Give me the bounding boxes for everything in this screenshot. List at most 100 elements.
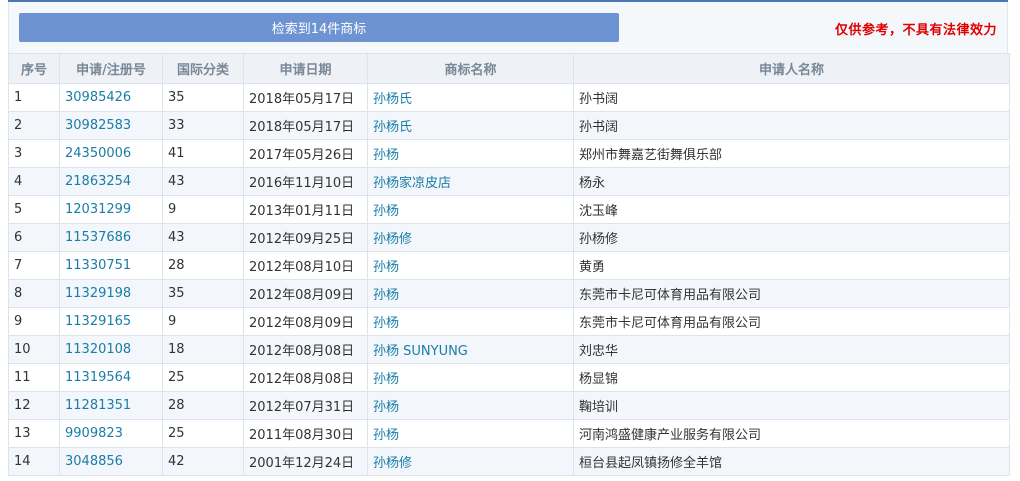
cell-reg: 3048856 [59,447,163,476]
registration-number-link[interactable]: 30982583 [65,118,131,133]
international-class: 41 [168,146,185,161]
cell-name: 孙杨 [367,363,574,392]
cell-reg: 11329165 [59,307,163,336]
cell-class: 43 [162,167,244,196]
row-index: 11 [14,370,31,385]
cell-name: 孙杨氏 [367,111,574,140]
trademark-name-link[interactable]: 孙杨 [373,260,399,275]
registration-number-link[interactable]: 30985426 [65,90,131,105]
trademark-name-link[interactable]: 孙杨 [373,316,399,331]
cell-class: 41 [162,139,244,168]
registration-number-link[interactable]: 11281351 [65,398,131,413]
registration-number-link[interactable]: 11319564 [65,370,131,385]
cell-no: 5 [8,195,60,224]
cell-applicant: 孙杨修 [573,223,1010,252]
row-index: 6 [14,230,23,245]
cell-date: 2012年08月09日 [243,307,368,336]
row-index: 9 [14,314,23,329]
registration-number-link[interactable]: 11320108 [65,342,131,357]
header-trademark-name: 商标名称 [367,53,574,84]
international-class: 25 [168,370,185,385]
table-row: 4 21863254 43 2016年11月10日 孙杨家凉皮店 杨永 [8,167,1010,196]
trademark-name-link[interactable]: 孙杨 [373,400,399,415]
applicant-name: 郑州市舞嘉艺街舞俱乐部 [579,148,723,163]
cell-date: 2017年05月26日 [243,139,368,168]
cell-name: 孙杨 SUNYUNG [367,335,574,364]
trademark-name-link[interactable]: 孙杨氏 [373,120,412,135]
applicant-name: 孙书阔 [579,92,619,107]
trademark-name-link[interactable]: 孙杨 SUNYUNG [373,344,468,359]
registration-number-link[interactable]: 21863254 [65,174,131,189]
application-date: 2012年08月09日 [249,316,355,331]
international-class: 18 [168,342,185,357]
cell-date: 2018年05月17日 [243,83,368,112]
trademark-name-link[interactable]: 孙杨 [373,148,399,163]
registration-number-link[interactable]: 9909823 [65,426,123,441]
registration-number-link[interactable]: 11330751 [65,258,131,273]
registration-number-link[interactable]: 12031299 [65,202,131,217]
cell-no: 2 [8,111,60,140]
row-index: 12 [14,398,31,413]
cell-class: 28 [162,391,244,420]
registration-number-link[interactable]: 11329198 [65,286,131,301]
application-date: 2012年08月09日 [249,288,355,303]
trademark-name-link[interactable]: 孙杨 [373,372,399,387]
cell-date: 2011年08月30日 [243,419,368,448]
cell-name: 孙杨 [367,419,574,448]
applicant-name: 黄勇 [579,260,606,275]
cell-applicant: 黄勇 [573,251,1010,280]
cell-date: 2016年11月10日 [243,167,368,196]
cell-applicant: 东莞市卡尼可体育用品有限公司 [573,307,1010,336]
trademark-name-link[interactable]: 孙杨 [373,204,399,219]
registration-number-link[interactable]: 11329165 [65,314,131,329]
cell-no: 4 [8,167,60,196]
cell-class: 25 [162,363,244,392]
cell-class: 35 [162,83,244,112]
cell-date: 2012年08月08日 [243,363,368,392]
registration-number-link[interactable]: 11537686 [65,230,131,245]
cell-reg: 11330751 [59,251,163,280]
cell-no: 14 [8,447,60,476]
applicant-name: 沈玉峰 [579,204,619,219]
trademark-name-link[interactable]: 孙杨 [373,288,399,303]
row-index: 3 [14,146,23,161]
disclaimer-text: 仅供参考，不具有法律效力 [834,23,997,38]
row-index: 7 [14,258,23,273]
cell-name: 孙杨 [367,279,574,308]
header-registration-number: 申请/注册号 [59,53,163,84]
cell-date: 2001年12月24日 [243,447,368,476]
cell-class: 25 [162,419,244,448]
international-class: 28 [168,258,185,273]
trademark-name-link[interactable]: 孙杨修 [373,456,412,471]
applicant-name: 河南鸿盛健康产业服务有限公司 [579,428,762,443]
application-date: 2018年05月17日 [249,120,355,135]
cell-reg: 11319564 [59,363,163,392]
table-header-row: 序号 申请/注册号 国际分类 申请日期 商标名称 申请人名称 [8,53,1010,84]
cell-no: 10 [8,335,60,364]
trademark-name-link[interactable]: 孙杨家凉皮店 [373,176,451,191]
applicant-name: 杨永 [579,176,606,191]
result-count-button[interactable]: 检索到14件商标 [19,13,619,42]
registration-number-link[interactable]: 24350006 [65,146,131,161]
row-index: 1 [14,90,23,105]
cell-reg: 12031299 [59,195,163,224]
trademark-name-link[interactable]: 孙杨 [373,428,399,443]
table-row: 8 11329198 35 2012年08月09日 孙杨 东莞市卡尼可体育用品有限公司 [8,279,1010,308]
row-index: 8 [14,286,23,301]
international-class: 42 [168,454,185,469]
cell-applicant: 桓台县起凤镇扬修全羊馆 [573,447,1010,476]
row-index: 2 [14,118,23,133]
cell-no: 3 [8,139,60,168]
application-date: 2012年08月08日 [249,344,355,359]
registration-number-link[interactable]: 3048856 [65,454,123,469]
table-row: 2 30982583 33 2018年05月17日 孙杨氏 孙书阔 [8,111,1010,140]
row-index: 4 [14,174,23,189]
table-row: 9 11329165 9 2012年08月09日 孙杨 东莞市卡尼可体育用品有限公司 [8,307,1010,336]
row-index: 14 [14,454,31,469]
international-class: 9 [168,202,177,217]
application-date: 2012年08月08日 [249,372,355,387]
cell-reg: 11320108 [59,335,163,364]
trademark-name-link[interactable]: 孙杨氏 [373,92,412,107]
cell-no: 12 [8,391,60,420]
trademark-name-link[interactable]: 孙杨修 [373,232,412,247]
